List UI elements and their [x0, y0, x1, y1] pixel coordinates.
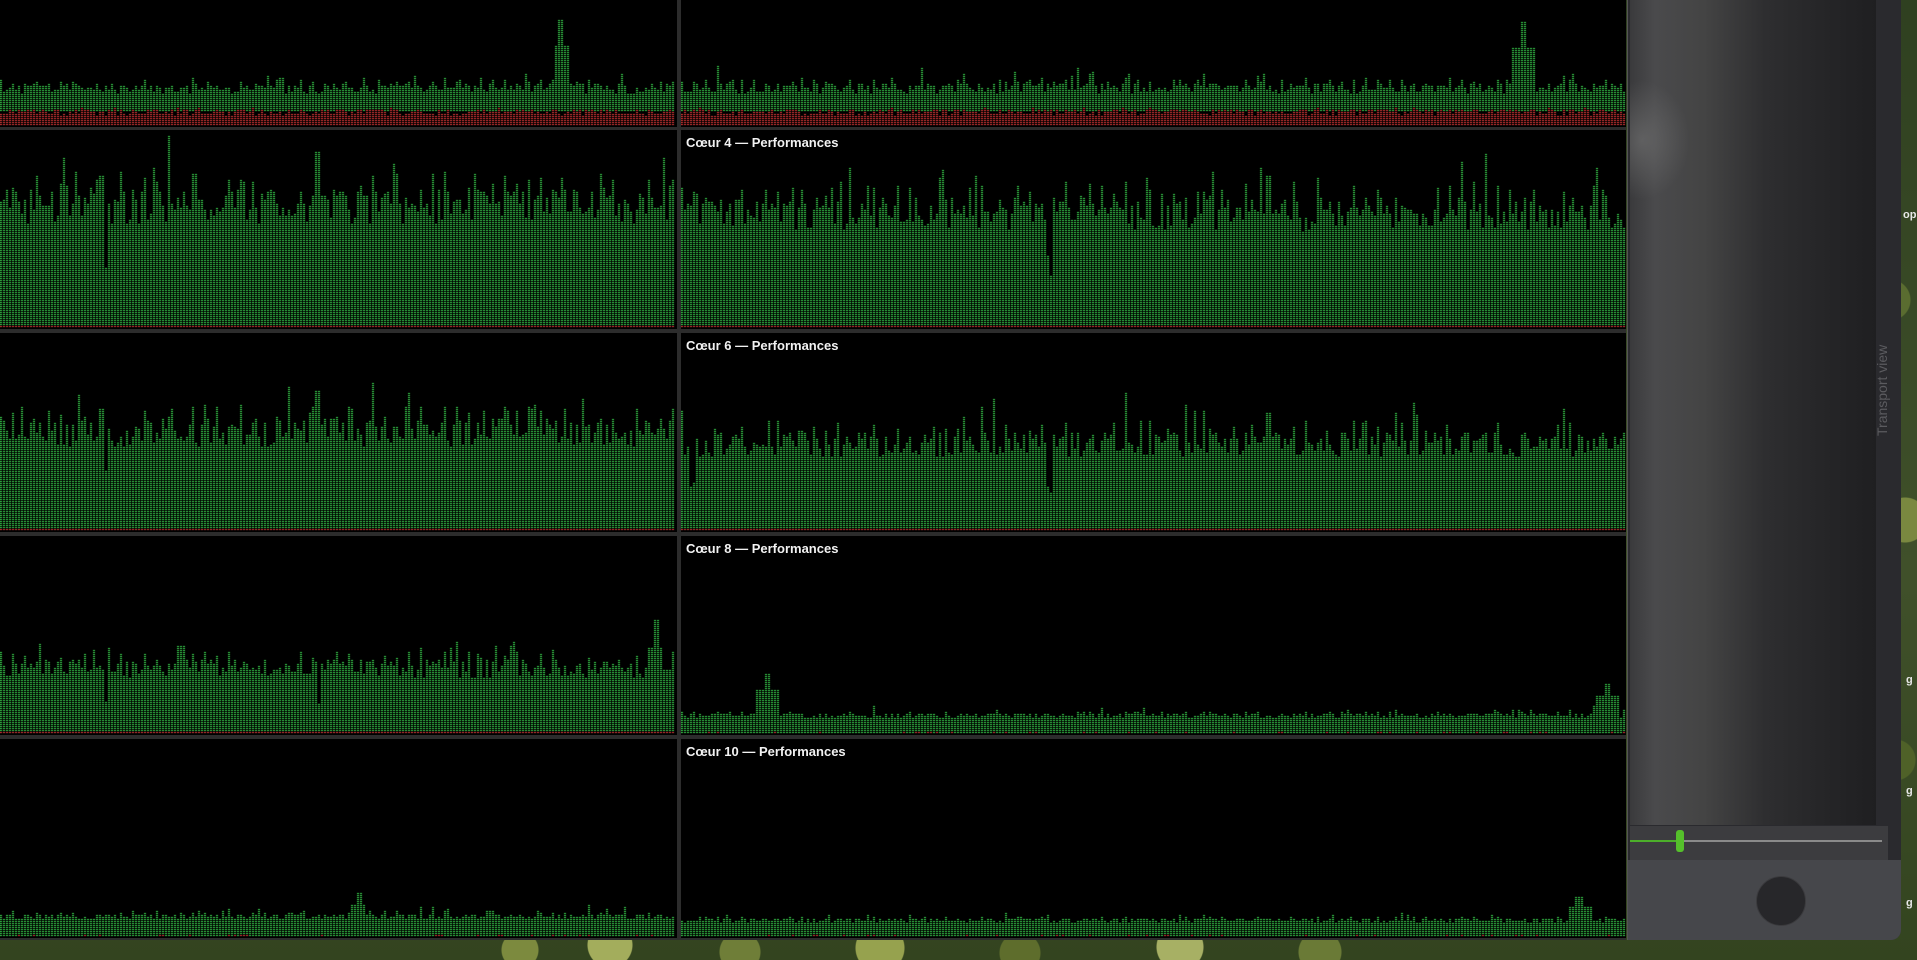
transport-slider-track[interactable] [1630, 840, 1882, 842]
edge-text-fragment: g [1906, 674, 1913, 686]
cpu-usage-bars [0, 0, 677, 127]
cpu-core-graph-10: Cœur 10 — Performances [681, 739, 1626, 938]
viewport-highlight [1630, 80, 1690, 200]
cpu-core-graph-4: Cœur 4 — Performances [681, 130, 1626, 329]
cpu-usage-bars [0, 333, 677, 532]
cpu-core-graph-5 [0, 333, 677, 532]
transport-view-label: Transport view [1874, 344, 1890, 436]
transport-slider-thumb[interactable] [1676, 830, 1685, 852]
cpu-usage-bars [0, 130, 677, 329]
cpu-core-graph-7 [0, 536, 677, 735]
round-control-button[interactable] [1756, 876, 1806, 926]
cpu-core-graph-8: Cœur 8 — Performances [681, 536, 1626, 735]
cpu-usage-bars [681, 333, 1626, 532]
edge-text-fragment: g [1906, 785, 1913, 797]
cpu-usage-bars [681, 130, 1626, 329]
cpu-usage-bars [0, 739, 677, 938]
cpu-usage-bars [0, 536, 677, 735]
transport-viewport[interactable] [1630, 0, 1876, 825]
transport-slider-fill [1630, 840, 1681, 842]
core-title: Cœur 6 — Performances [686, 338, 839, 353]
core-title: Cœur 10 — Performances [686, 744, 846, 759]
cpu-usage-bars [681, 536, 1626, 735]
core-title: Cœur 8 — Performances [686, 541, 839, 556]
cpu-history-window: Cœur 4 — Performances Cœur 6 — Performan… [0, 0, 1626, 940]
slider-strip [1630, 826, 1888, 860]
cpu-core-graph-1 [0, 0, 677, 127]
cpu-core-graph-3 [0, 130, 677, 329]
cpu-core-graph-6: Cœur 6 — Performances [681, 333, 1626, 532]
edge-text-fragment: g [1906, 897, 1913, 909]
cpu-usage-bars [681, 739, 1626, 938]
transport-side-panel [1627, 0, 1901, 940]
core-title: Cœur 4 — Performances [686, 135, 839, 150]
cpu-core-graph-2 [681, 0, 1626, 127]
edge-text-fragment: op [1903, 209, 1917, 221]
cpu-usage-bars [681, 0, 1626, 127]
panel-lower-area [1628, 860, 1901, 940]
cpu-core-graph-9 [0, 739, 677, 938]
